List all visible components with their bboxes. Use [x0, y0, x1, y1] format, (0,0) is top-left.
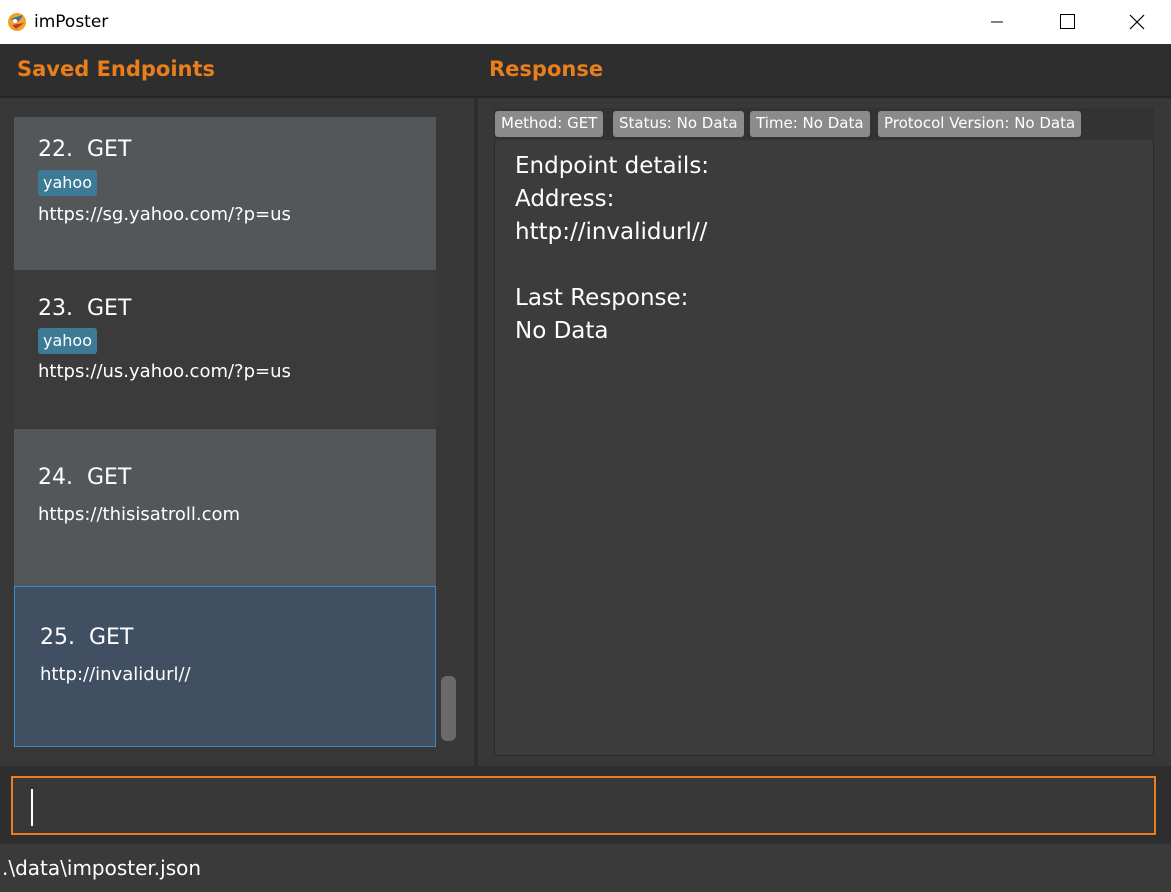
maximize-button[interactable] [1043, 0, 1089, 44]
endpoint-title: 25. GET [40, 625, 134, 650]
endpoint-url: https://us.yahoo.com/?p=us [38, 361, 291, 382]
method-badge: Method: GET [495, 111, 604, 137]
status-badge: Status: No Data [613, 111, 744, 137]
details-line: Endpoint details: [515, 153, 710, 179]
minimize-button[interactable] [974, 0, 1020, 44]
endpoint-card-25-selected[interactable]: 25. GET http://invalidurl// [14, 586, 436, 747]
endpoint-url: https://thisisatroll.com [38, 504, 241, 525]
saved-endpoints-heading: Saved Endpoints [17, 57, 216, 81]
details-line: No Data [515, 318, 609, 344]
text-caret [31, 789, 33, 826]
endpoint-title: 23. GET [38, 296, 132, 321]
endpoint-tag: yahoo [38, 170, 97, 196]
endpoint-url: https://sg.yahoo.com/?p=us [38, 204, 291, 225]
response-heading: Response [489, 57, 604, 81]
close-icon [1129, 14, 1145, 30]
details-line [515, 249, 709, 282]
details-line: Address: [515, 186, 615, 212]
minimize-icon [991, 21, 1003, 23]
endpoint-card-22[interactable]: 22. GET yahoo https://sg.yahoo.com/?p=us [14, 117, 436, 270]
endpoint-url: http://invalidurl// [40, 664, 191, 685]
app-title: imPoster [34, 12, 109, 32]
data-file-path: .\data\imposter.json [2, 856, 202, 880]
panel-header: Saved Endpoints Response [0, 44, 1171, 98]
command-box[interactable] [11, 776, 1156, 835]
app-logo-icon [8, 13, 26, 31]
maximize-icon [1060, 14, 1075, 29]
status-bar: .\data\imposter.json [0, 844, 1171, 892]
details-line: Last Response: [515, 285, 689, 311]
endpoint-tag: yahoo [38, 328, 97, 354]
close-button[interactable] [1114, 0, 1160, 44]
endpoint-title: 24. GET [38, 465, 132, 490]
response-details: Endpoint details: Address: http://invali… [515, 150, 709, 348]
endpoint-title: 22. GET [38, 137, 132, 162]
time-badge: Time: No Data [750, 111, 870, 137]
endpoint-card-24[interactable]: 24. GET https://thisisatroll.com [14, 429, 436, 586]
endpoint-card-23[interactable]: 23. GET yahoo https://us.yahoo.com/?p=us [14, 270, 436, 428]
command-input[interactable] [27, 782, 1147, 830]
protocol-version-badge: Protocol Version: No Data [878, 111, 1082, 137]
title-bar: imPoster [0, 0, 1171, 44]
details-line: http://invalidurl// [515, 219, 708, 245]
list-scrollbar-thumb[interactable] [441, 676, 456, 741]
